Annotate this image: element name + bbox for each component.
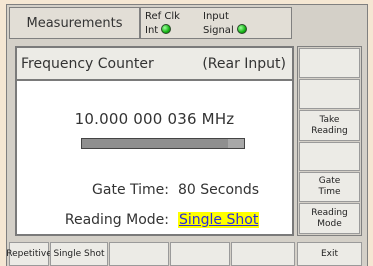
gate-time-button[interactable]: Gate Time	[299, 172, 360, 202]
page-title-text: Measurements	[26, 15, 123, 31]
reading-mode-button[interactable]: Reading Mode	[299, 203, 360, 234]
softkey-4[interactable]	[299, 142, 360, 171]
page-title: Measurements	[9, 7, 140, 39]
ref-clk-value: Int	[145, 25, 159, 36]
reading-mode-value[interactable]: Single Shot	[178, 212, 260, 228]
panel-title: Frequency Counter	[21, 55, 154, 72]
bottom-key-5[interactable]	[231, 242, 295, 266]
reading-mode-label: Reading Mode:	[64, 212, 169, 228]
gate-time-label: Gate Time:	[92, 182, 169, 198]
take-reading-button[interactable]: Take Reading	[299, 110, 360, 141]
status-panel: Ref Clk Int Input Signal	[140, 7, 292, 39]
gate-progress-bar	[81, 138, 245, 149]
softkey-1[interactable]	[299, 48, 360, 78]
ref-clk-label: Ref Clk	[145, 11, 180, 22]
single-shot-button[interactable]: Single Shot	[50, 242, 108, 266]
gate-time-value: 80 Seconds	[178, 182, 260, 198]
frequency-counter-panel: Frequency Counter (Rear Input) 10.000 00…	[15, 46, 294, 236]
bottom-softkey-bar: Repetitive Single Shot Exit	[6, 242, 367, 266]
ref-clk-status: Ref Clk Int	[145, 10, 180, 38]
frequency-readout: 10.000 000 036 MHz	[74, 110, 235, 128]
instrument-screen: Measurements Ref Clk Int Input Signal Fr…	[6, 4, 368, 266]
input-source: (Rear Input)	[202, 55, 286, 72]
ref-clk-led-icon	[161, 24, 172, 34]
softkey-2[interactable]	[299, 79, 360, 109]
gate-time-row: Gate Time: 80 Seconds	[17, 182, 292, 200]
panel-title-bar: Frequency Counter (Rear Input)	[17, 48, 292, 81]
header-bar: Measurements Ref Clk Int Input Signal	[7, 5, 367, 41]
exit-button[interactable]: Exit	[297, 242, 362, 266]
input-label: Input	[203, 11, 229, 22]
input-status: Input Signal	[203, 10, 247, 38]
input-signal-led-icon	[236, 24, 247, 34]
softkey-column: Take Reading Gate Time Reading Mode	[297, 46, 362, 236]
gate-progress-fill	[82, 139, 228, 148]
reading-mode-row: Reading Mode: Single Shot	[17, 212, 292, 230]
bottom-key-4[interactable]	[170, 242, 230, 266]
bottom-key-3[interactable]	[109, 242, 169, 266]
input-value: Signal	[203, 25, 234, 36]
repetitive-button[interactable]: Repetitive	[6, 242, 52, 266]
